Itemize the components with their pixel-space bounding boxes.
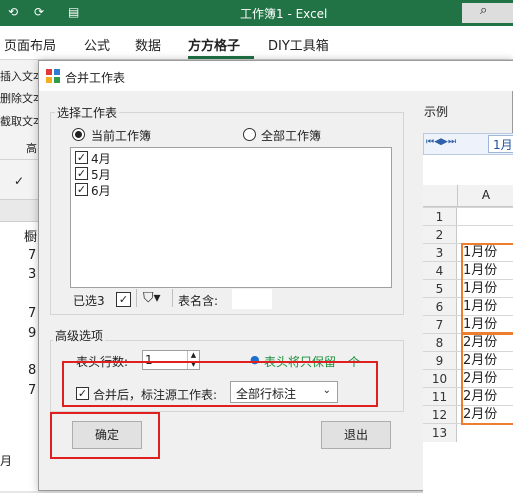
- preview-row: 1: [423, 207, 513, 226]
- preview-col-header: A: [423, 185, 513, 207]
- sheet-checkbox[interactable]: ✓: [75, 167, 88, 180]
- filter-icon[interactable]: ⛉▾: [143, 290, 161, 306]
- formula-bar-area: ✓: [0, 160, 38, 200]
- preview-row-number: 12: [423, 406, 457, 424]
- tab-data[interactable]: 数据: [135, 35, 161, 54]
- preview-row-number: 3: [423, 244, 457, 262]
- tab-formulas[interactable]: 公式: [84, 35, 110, 54]
- dialog-title: 合并工作表: [65, 71, 126, 85]
- cell-value[interactable]: 7: [28, 306, 36, 321]
- radio-current-workbook[interactable]: [72, 128, 85, 141]
- radio-current-label[interactable]: 当前工作簿: [91, 127, 151, 144]
- cell-value[interactable]: 8: [28, 363, 36, 378]
- sheet-checkbox[interactable]: ✓: [75, 183, 88, 196]
- sheet-name[interactable]: 6月: [91, 182, 111, 199]
- preview-row-number: 8: [423, 334, 457, 352]
- column-header-strip: [0, 200, 38, 222]
- example-preview: ⏮◀▶⏭ 1月 A 1 2 3 1月份 4 1月份 5 1月份 6 1月份 7 1月份 8 2月份 9 2月份…: [423, 133, 513, 493]
- active-tab-underline: [188, 56, 254, 59]
- app-icon: [46, 69, 60, 83]
- example-label: 示例: [424, 105, 449, 119]
- quick-access-icon[interactable]: ▤: [68, 5, 79, 19]
- cell-value[interactable]: 橱: [24, 226, 37, 245]
- save-icon[interactable]: ⟲: [8, 5, 18, 19]
- radio-all-workbooks[interactable]: [243, 128, 256, 141]
- sheet-checkbox[interactable]: ✓: [75, 151, 88, 164]
- preview-row-number: 5: [423, 280, 457, 298]
- tab-page-layout[interactable]: 页面布局: [4, 35, 56, 54]
- preview-row-number: 9: [423, 352, 457, 370]
- sheet-tab-partial[interactable]: 月: [0, 452, 12, 469]
- selected-count: 已选3: [73, 294, 105, 308]
- sheet-name[interactable]: 4月: [91, 150, 111, 167]
- ribbon-tabs: 页面布局 公式 数据 方方格子 DIY工具箱: [0, 26, 513, 60]
- ribbon-group-label: 高: [26, 142, 37, 155]
- preview-row-number: 13: [423, 424, 457, 442]
- window-title: 工作簿1 - Excel: [240, 7, 328, 21]
- preview-sheet-tabs: ⏮◀▶⏭ 1月: [423, 133, 513, 155]
- preview-row-number: 2: [423, 226, 457, 244]
- highlight-jan-rows: [461, 243, 513, 334]
- table-name-label: 表名含:: [178, 294, 219, 308]
- exit-button[interactable]: 退出: [321, 421, 391, 449]
- separator: [136, 289, 137, 307]
- preview-row: 2: [423, 225, 513, 244]
- redo-icon[interactable]: ⟳: [34, 5, 44, 19]
- separator: [172, 289, 173, 307]
- cell-value[interactable]: 3: [28, 267, 36, 282]
- preview-row-number: 11: [423, 388, 457, 406]
- merge-sheets-dialog: 合并工作表 选择工作表 当前工作簿 全部工作簿 ✓ 4月 ✓ 5月 ✓ 6月 已…: [38, 60, 513, 493]
- preview-row-number: 1: [423, 208, 457, 226]
- preview-row-number: 6: [423, 298, 457, 316]
- cell-value[interactable]: 9: [28, 326, 36, 341]
- highlight-box-mark-source: [62, 361, 378, 407]
- check-icon[interactable]: ✓: [14, 174, 24, 188]
- sheet-left-cells: ✓ 橱 7 3 7 9 8 7 月: [0, 160, 38, 491]
- select-sheets-label: 选择工作表: [55, 104, 120, 121]
- preview-tab: 1月: [488, 135, 513, 153]
- advanced-options-label: 高级选项: [53, 327, 106, 344]
- tab-diy-toolbox[interactable]: DIY工具箱: [268, 35, 329, 54]
- cell-value[interactable]: 7: [28, 248, 36, 263]
- preview-row: 13: [423, 423, 513, 442]
- table-name-input[interactable]: [232, 289, 272, 309]
- preview-col-a: A: [457, 185, 513, 206]
- preview-row-number: 4: [423, 262, 457, 280]
- tab-fangfang[interactable]: 方方格子: [188, 35, 240, 54]
- preview-row-number: 7: [423, 316, 457, 334]
- sheet-name[interactable]: 5月: [91, 166, 111, 183]
- excel-title-bar: ⟲ ⟳ ▤ 工作簿1 - Excel ⌕: [0, 0, 513, 26]
- highlight-box-ok: [50, 412, 160, 459]
- dialog-title-bar: 合并工作表: [39, 61, 513, 91]
- tab-nav-arrows-icon: ⏮◀▶⏭: [426, 137, 457, 147]
- search-icon[interactable]: ⌕: [462, 3, 513, 23]
- preview-row-number: 10: [423, 370, 457, 388]
- radio-all-label[interactable]: 全部工作簿: [261, 127, 321, 144]
- cell-value[interactable]: 7: [28, 383, 36, 398]
- sheet-list[interactable]: ✓ 4月 ✓ 5月 ✓ 6月: [70, 147, 392, 288]
- select-all-checkbox[interactable]: ✓: [116, 292, 131, 307]
- highlight-feb-rows: [461, 333, 513, 425]
